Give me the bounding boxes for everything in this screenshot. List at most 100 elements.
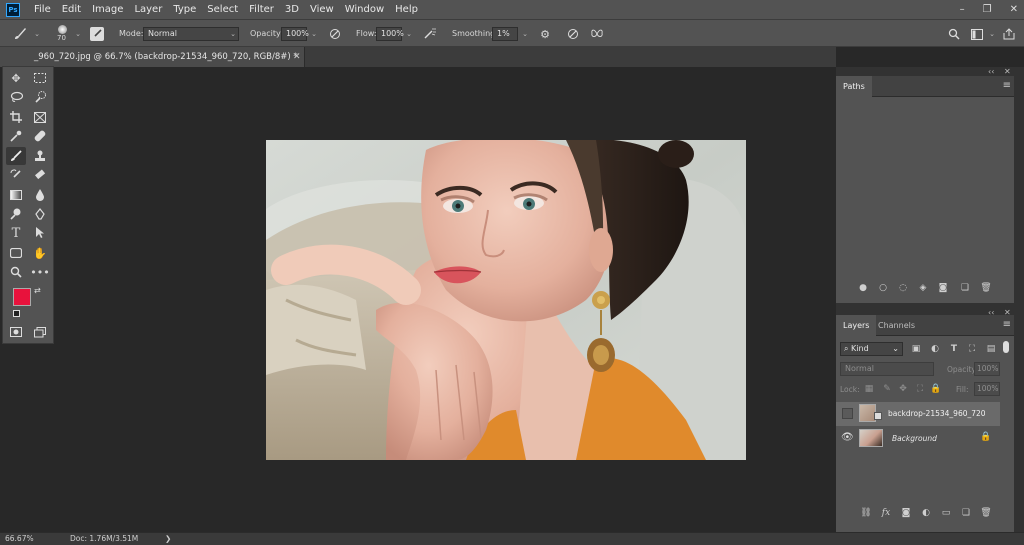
move-tool-icon[interactable]: ✥ xyxy=(6,69,26,87)
airbrush-icon[interactable] xyxy=(423,27,437,41)
stroke-path-icon[interactable]: ○ xyxy=(876,281,890,295)
menu-image[interactable]: Image xyxy=(92,4,123,15)
brush-tool-preset-icon[interactable] xyxy=(13,27,27,41)
opacity-input[interactable]: 100% xyxy=(281,27,309,41)
eraser-tool-icon[interactable] xyxy=(30,166,50,184)
menu-filter[interactable]: Filter xyxy=(249,4,274,15)
pressure-size-icon[interactable] xyxy=(566,27,580,41)
menu-3d[interactable]: 3D xyxy=(285,4,299,15)
flow-input[interactable]: 100% xyxy=(376,27,404,41)
lock-image-pixels-icon[interactable]: ✎ xyxy=(880,382,894,396)
menu-layer[interactable]: Layer xyxy=(134,4,162,15)
layer-name[interactable]: backdrop-21534_960_720 xyxy=(888,409,986,418)
healing-brush-tool-icon[interactable] xyxy=(30,127,50,145)
menu-select[interactable]: Select xyxy=(207,4,238,15)
status-menu-arrow[interactable]: ❯ xyxy=(165,533,171,545)
layer-filter-select[interactable]: ⌕ Kind ⌄ xyxy=(840,342,903,356)
lock-all-icon[interactable]: 🔒 xyxy=(929,382,943,396)
clone-stamp-tool-icon[interactable] xyxy=(30,147,50,165)
close-icon[interactable]: ✕ xyxy=(293,47,301,67)
load-path-selection-icon[interactable]: ◌ xyxy=(896,281,910,295)
menu-edit[interactable]: Edit xyxy=(62,4,81,15)
panel-menu-icon[interactable]: ≡ xyxy=(1003,319,1011,330)
tab-channels[interactable]: Channels xyxy=(871,315,922,336)
smart-object-filter-icon[interactable]: ▤ xyxy=(984,342,998,356)
menu-type[interactable]: Type xyxy=(173,4,196,15)
layer-opacity-input[interactable]: 100% xyxy=(974,362,1000,376)
eye-icon[interactable]: 👁 xyxy=(841,432,854,443)
marquee-tool-icon[interactable] xyxy=(30,69,50,87)
dodge-tool-icon[interactable] xyxy=(6,205,26,223)
chevron-down-icon[interactable]: ⌄ xyxy=(73,27,83,41)
workspace-layout-icon[interactable] xyxy=(970,27,984,41)
blur-tool-icon[interactable] xyxy=(30,186,50,204)
link-layers-icon[interactable]: ⛓ xyxy=(859,506,873,520)
brush-size-picker[interactable]: 70 xyxy=(55,25,71,42)
lock-artboard-icon[interactable]: ⛶ xyxy=(913,382,927,396)
shape-layer-filter-icon[interactable]: ⛶ xyxy=(965,342,979,356)
layer-name[interactable]: Background xyxy=(892,434,937,443)
document-canvas-image[interactable] xyxy=(266,140,746,460)
filter-toggle-switch[interactable] xyxy=(1003,341,1009,353)
more-tools-icon[interactable]: ••• xyxy=(30,263,50,281)
eyedropper-tool-icon[interactable] xyxy=(6,127,26,145)
lock-position-icon[interactable]: ✥ xyxy=(896,382,910,396)
adjustment-layer-icon[interactable]: ◐ xyxy=(919,506,933,520)
close-button[interactable]: ✕ xyxy=(1010,4,1018,15)
search-icon[interactable] xyxy=(947,27,961,41)
path-selection-tool-icon[interactable] xyxy=(30,224,50,242)
chevron-down-icon[interactable]: ⌄ xyxy=(32,27,42,41)
menu-view[interactable]: View xyxy=(310,4,334,15)
pressure-opacity-icon[interactable] xyxy=(328,27,342,41)
chevron-down-icon[interactable]: ⌄ xyxy=(309,27,319,41)
panel-menu-icon[interactable]: ≡ xyxy=(1003,80,1011,91)
quick-mask-icon[interactable] xyxy=(6,323,26,341)
frame-tool-icon[interactable] xyxy=(30,108,50,126)
chevron-down-icon[interactable]: ⌄ xyxy=(520,27,530,41)
quick-selection-tool-icon[interactable] xyxy=(30,88,50,106)
zoom-tool-icon[interactable] xyxy=(6,263,26,281)
gradient-tool-icon[interactable] xyxy=(6,186,26,204)
add-layer-mask-icon[interactable]: ◙ xyxy=(899,506,913,520)
brush-tool-icon[interactable] xyxy=(6,147,26,165)
blend-mode-select[interactable]: Normal xyxy=(840,362,934,376)
layer-visibility-toggle[interactable] xyxy=(842,408,853,419)
symmetry-butterfly-icon[interactable] xyxy=(590,27,604,41)
rectangle-tool-icon[interactable] xyxy=(6,244,26,262)
history-brush-tool-icon[interactable] xyxy=(6,166,26,184)
pixel-layer-filter-icon[interactable]: ▣ xyxy=(909,342,923,356)
gear-icon[interactable]: ⚙ xyxy=(538,27,552,41)
new-group-icon[interactable]: ▭ xyxy=(939,506,953,520)
fx-icon[interactable]: fx xyxy=(879,506,893,520)
menu-file[interactable]: File xyxy=(34,4,51,15)
new-path-icon[interactable]: ❏ xyxy=(958,281,972,295)
fill-input[interactable]: 100% xyxy=(974,382,1000,396)
collapse-panels-icon[interactable]: ‹‹ xyxy=(988,67,994,76)
delete-path-icon[interactable]: 🗑 xyxy=(979,281,993,295)
delete-layer-icon[interactable]: 🗑 xyxy=(979,506,993,520)
tab-paths[interactable]: Paths xyxy=(836,76,872,97)
foreground-color-swatch[interactable] xyxy=(13,288,31,306)
chevron-down-icon[interactable]: ⌄ xyxy=(987,27,997,41)
hand-tool-icon[interactable]: ✋ xyxy=(30,244,50,262)
lock-transparent-pixels-icon[interactable]: ▦ xyxy=(862,382,876,396)
screen-mode-icon[interactable] xyxy=(30,323,50,341)
zoom-level[interactable]: 66.67% xyxy=(5,533,34,545)
photoshop-logo[interactable]: Ps xyxy=(6,2,20,17)
crop-tool-icon[interactable] xyxy=(6,108,26,126)
share-icon[interactable] xyxy=(1002,27,1016,41)
restore-button[interactable]: ❐ xyxy=(983,4,992,15)
chevron-down-icon[interactable]: ⌄ xyxy=(404,27,414,41)
swap-colors-icon[interactable]: ⇄ xyxy=(34,286,41,295)
menu-window[interactable]: Window xyxy=(345,4,384,15)
document-tab[interactable]: _960_720.jpg @ 66.7% (backdrop-21534_960… xyxy=(0,47,305,67)
menu-help[interactable]: Help xyxy=(395,4,418,15)
pen-tool-icon[interactable] xyxy=(30,205,50,223)
lasso-tool-icon[interactable] xyxy=(6,88,26,106)
adjustment-layer-filter-icon[interactable]: ◐ xyxy=(928,342,942,356)
brush-settings-panel-icon[interactable] xyxy=(90,27,104,41)
type-tool-icon[interactable]: T xyxy=(6,224,26,242)
new-layer-icon[interactable]: ❏ xyxy=(959,506,973,520)
add-mask-icon[interactable]: ◙ xyxy=(936,281,950,295)
layer-row[interactable]: backdrop-21534_960_720 xyxy=(836,402,1000,426)
